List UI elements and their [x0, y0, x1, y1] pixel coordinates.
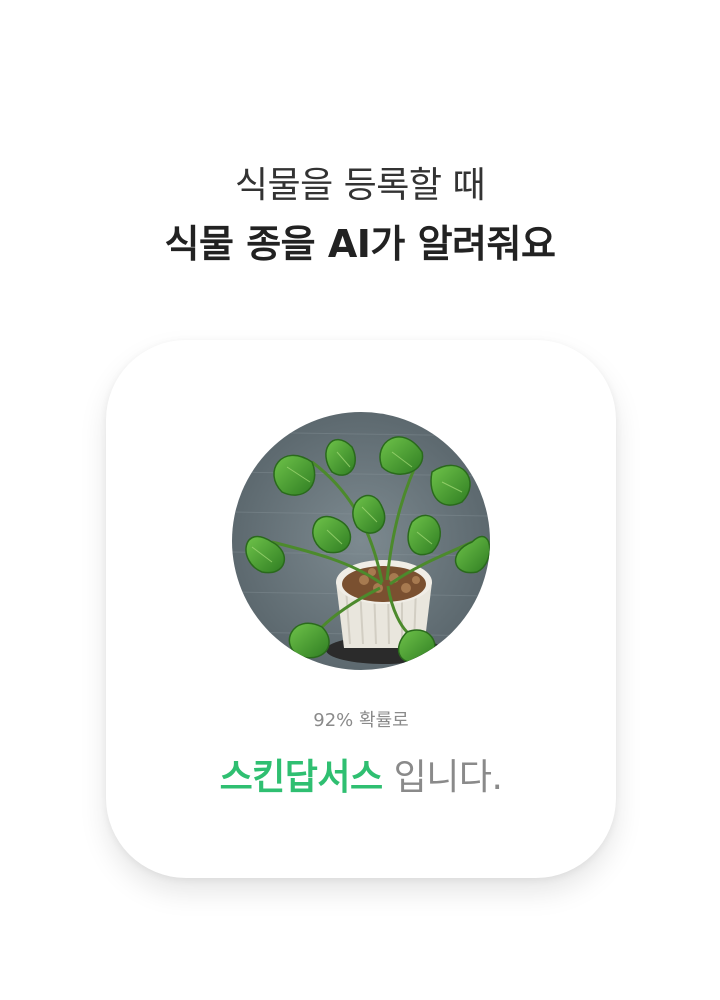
- result-card: 92% 확률로 스킨답서스 입니다.: [106, 340, 616, 878]
- species-name: 스킨답서스: [219, 757, 384, 798]
- probability-text: 92% 확률로: [313, 710, 409, 731]
- plant-photo-icon: [232, 412, 490, 670]
- result-line: 스킨답서스 입니다.: [106, 748, 616, 800]
- headline-line1: 식물을 등록할 때: [234, 165, 486, 206]
- result-suffix: 입니다.: [382, 757, 503, 798]
- headline-line2: 식물 종을 AI가 알려줘요: [164, 222, 556, 266]
- headline: 식물을 등록할 때 식물 종을 AI가 알려줘요: [0, 158, 720, 274]
- plant-photo: [232, 412, 490, 670]
